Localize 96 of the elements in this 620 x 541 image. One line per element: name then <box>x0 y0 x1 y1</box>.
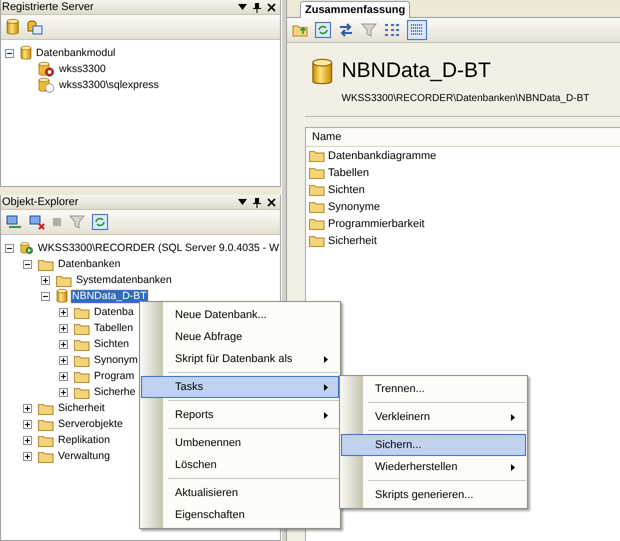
tree-item[interactable]: wkss3300 <box>58 62 107 76</box>
tree-item[interactable]: Program <box>93 370 136 382</box>
connect-icon[interactable] <box>6 214 22 230</box>
sync-icon[interactable] <box>338 22 354 38</box>
menu-item[interactable]: Skripts generieren... <box>341 484 526 506</box>
menu-item[interactable]: Skript für Datenbank als <box>141 348 339 370</box>
tree-item[interactable]: Serverobjekte <box>57 418 124 430</box>
dropdown-icon[interactable] <box>238 4 247 10</box>
menu-item[interactable]: Neue Datenbank... <box>141 304 339 326</box>
tree-item[interactable]: Datenbankmodul <box>35 46 116 60</box>
tree-item[interactable]: wkss3300\sqlexpress <box>58 78 160 92</box>
folder-icon <box>74 322 90 334</box>
register-server-icon[interactable] <box>26 19 42 35</box>
expand-icon[interactable] <box>59 324 68 332</box>
pane-title: Registrierte Server <box>2 1 95 13</box>
disconnect-icon[interactable] <box>29 214 45 230</box>
tree-item[interactable]: WKSS3300\RECORDER (SQL Server 9.0.4035 - W <box>36 242 280 254</box>
list-view-icon[interactable] <box>384 22 400 38</box>
details-view-icon[interactable] <box>407 20 427 40</box>
folder-icon <box>74 370 90 382</box>
expand-icon[interactable] <box>23 452 32 460</box>
pin-icon[interactable] <box>253 196 261 208</box>
expand-icon[interactable] <box>59 356 68 364</box>
expand-icon[interactable] <box>41 276 50 284</box>
expand-icon[interactable] <box>59 372 68 380</box>
folder-icon <box>309 166 325 179</box>
folder-icon <box>74 354 90 366</box>
tree-item[interactable]: Sicherheit <box>57 402 106 414</box>
collapse-icon[interactable] <box>41 292 50 300</box>
menu-item[interactable]: Wiederherstellen <box>341 456 526 478</box>
folder-icon <box>74 386 90 398</box>
folder-icon <box>38 434 54 446</box>
tree-item[interactable]: Datenbanken <box>57 258 122 270</box>
list-item[interactable]: Datenbankdiagramme <box>328 150 436 162</box>
tree-item[interactable]: NBNData_D-BT <box>71 290 148 302</box>
database-unknown-icon <box>38 77 55 93</box>
folder-icon <box>309 183 325 196</box>
close-icon[interactable] <box>267 2 276 12</box>
folder-icon <box>56 274 72 286</box>
tree-item[interactable]: Synonym <box>93 354 139 366</box>
tree-item[interactable]: Systemdatenbanken <box>75 274 173 286</box>
expand-icon[interactable] <box>23 404 32 412</box>
list-item[interactable]: Programmierbarkeit <box>328 218 425 230</box>
tree-item[interactable]: Sicherhe <box>93 386 136 398</box>
folder-icon <box>74 306 90 318</box>
expand-icon[interactable] <box>23 436 32 444</box>
database-stopped-icon <box>38 61 55 77</box>
menu-item[interactable]: Sichern... <box>341 434 526 456</box>
folder-icon <box>309 149 325 162</box>
folder-icon <box>309 234 325 247</box>
dropdown-icon[interactable] <box>238 199 247 205</box>
folder-icon <box>38 258 54 270</box>
menu-item[interactable]: Verkleinern <box>341 406 526 428</box>
database-icon <box>56 288 68 304</box>
expand-icon[interactable] <box>23 420 32 428</box>
menu-item[interactable]: Eigenschaften <box>141 504 339 526</box>
menu-item[interactable]: Aktualisieren <box>141 482 339 504</box>
collapse-icon[interactable] <box>5 48 14 58</box>
tree-item[interactable]: Verwaltung <box>57 450 111 462</box>
database-title: NBNData_D-BT <box>342 58 492 84</box>
menu-item[interactable]: Trennen... <box>341 378 526 400</box>
menu-item[interactable]: Tasks <box>141 376 339 398</box>
column-header[interactable]: Name <box>306 128 620 147</box>
pin-icon[interactable] <box>253 2 261 12</box>
folder-icon <box>38 418 54 430</box>
database-icon <box>20 45 32 61</box>
folder-icon <box>309 200 325 213</box>
tree-item[interactable]: Sichten <box>93 338 130 350</box>
menu-item[interactable]: Umbenennen <box>141 432 339 454</box>
tree-item[interactable]: Datenba <box>93 306 135 318</box>
database-running-icon <box>20 240 34 256</box>
refresh-icon[interactable] <box>315 22 331 38</box>
summary-tab[interactable]: Zusammenfassung <box>300 1 410 18</box>
folder-icon <box>38 450 54 462</box>
menu-item[interactable]: Reports <box>141 404 339 426</box>
refresh-icon[interactable] <box>92 214 108 230</box>
tree-item[interactable]: Tabellen <box>93 322 134 334</box>
pane-title: Objekt-Explorer <box>2 196 80 208</box>
list-item[interactable]: Tabellen <box>328 166 369 178</box>
list-item[interactable]: Synonyme <box>328 200 380 212</box>
menu-item[interactable]: Neue Abfrage <box>141 326 339 348</box>
folder-icon <box>74 338 90 350</box>
list-item[interactable]: Sichten <box>328 184 365 196</box>
collapse-icon[interactable] <box>23 260 32 268</box>
object-path: WKSS3300\RECORDER\Datenbanken\NBNData_D-BT <box>342 93 590 104</box>
expand-icon[interactable] <box>59 388 68 396</box>
database-icon <box>311 57 334 87</box>
expand-icon[interactable] <box>59 340 68 348</box>
expand-icon[interactable] <box>59 308 68 316</box>
menu-item[interactable]: Löschen <box>141 454 339 476</box>
tree-item[interactable]: Replikation <box>57 434 111 446</box>
collapse-icon[interactable] <box>5 244 14 252</box>
folder-icon <box>309 217 325 230</box>
folder-icon <box>38 402 54 414</box>
list-item[interactable]: Sicherheit <box>328 234 377 246</box>
close-icon[interactable] <box>267 198 276 206</box>
